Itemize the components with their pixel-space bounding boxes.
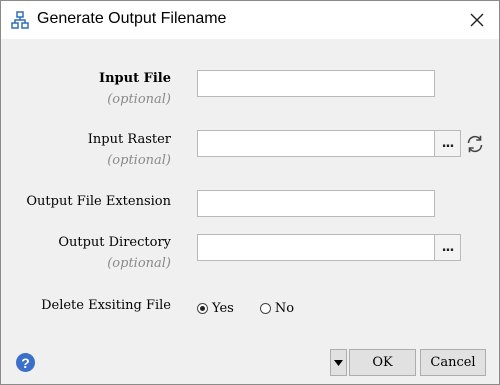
triangle-down-icon <box>334 359 343 366</box>
cancel-button[interactable]: Cancel <box>420 349 486 376</box>
radio-no-label: No <box>274 300 295 316</box>
delete-existing-label: Delete Exsiting File <box>41 298 171 313</box>
output-directory-hint: (optional) <box>107 256 171 271</box>
radio-yes-label: Yes <box>212 300 234 316</box>
delete-existing-radio-group: Yes No <box>197 299 320 317</box>
network-tree-icon <box>11 11 29 29</box>
input-file-label: Input File <box>99 71 171 86</box>
input-raster-field[interactable] <box>197 130 435 157</box>
title-bar: Generate Output Filename <box>1 1 499 39</box>
radio-selected-icon <box>197 302 208 314</box>
output-directory-label: Output Directory <box>58 235 171 250</box>
input-raster-input[interactable] <box>198 131 434 156</box>
ok-button[interactable]: OK <box>349 349 416 376</box>
input-raster-browse-button[interactable]: ... <box>434 130 461 157</box>
output-extension-field[interactable] <box>197 190 435 217</box>
generate-output-filename-dialog: Generate Output Filename Input File (opt… <box>0 0 500 385</box>
output-directory-input[interactable] <box>198 235 434 260</box>
output-directory-browse-button[interactable]: ... <box>434 234 461 261</box>
input-raster-label: Input Raster <box>87 132 171 147</box>
output-extension-label: Output File Extension <box>26 194 171 209</box>
input-raster-hint: (optional) <box>107 153 171 168</box>
delete-existing-yes-radio[interactable]: Yes <box>197 301 234 316</box>
help-icon[interactable]: ? <box>16 353 35 372</box>
output-extension-input[interactable] <box>198 191 434 216</box>
input-file-input[interactable] <box>198 71 434 96</box>
input-file-hint: (optional) <box>107 92 171 107</box>
close-button[interactable] <box>455 1 499 39</box>
radio-unselected-icon <box>259 302 271 314</box>
window-title: Generate Output Filename <box>37 10 227 27</box>
close-icon <box>470 13 484 27</box>
refresh-icon[interactable] <box>465 134 485 154</box>
delete-existing-no-radio[interactable]: No <box>259 300 295 316</box>
input-file-field[interactable] <box>197 70 435 97</box>
output-directory-field[interactable] <box>197 234 435 261</box>
options-dropdown-button[interactable] <box>330 349 347 376</box>
